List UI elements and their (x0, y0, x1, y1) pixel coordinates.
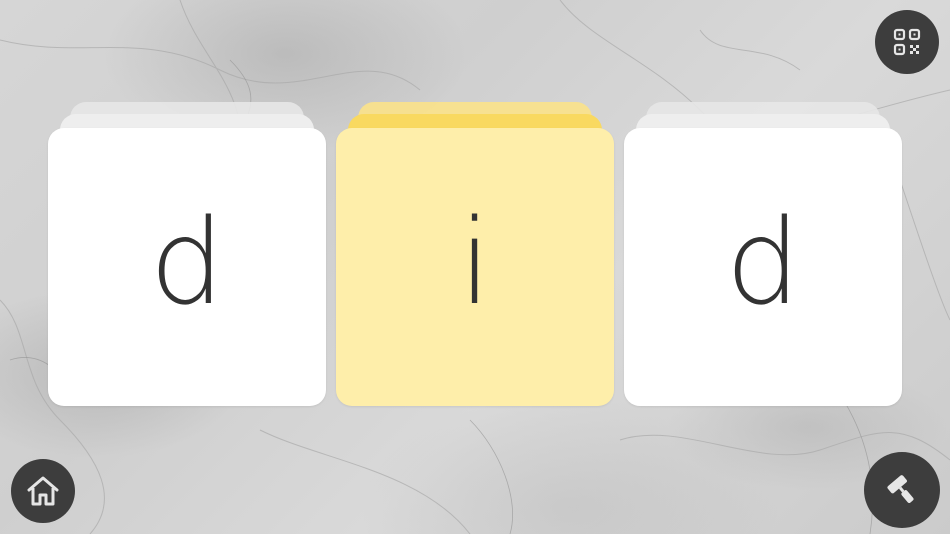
card-letter: d (149, 193, 225, 331)
qr-code-icon (893, 28, 921, 56)
card-letter: i (458, 193, 492, 331)
card-letter: d (725, 193, 801, 331)
letter-card-face[interactable]: d (48, 128, 326, 406)
letter-card-3[interactable]: d (624, 102, 902, 406)
qr-code-button[interactable] (875, 10, 939, 74)
letter-card-face[interactable]: d (624, 128, 902, 406)
letter-card-face[interactable]: i (336, 128, 614, 406)
home-button[interactable] (11, 459, 75, 523)
paint-roller-button[interactable] (864, 452, 940, 528)
letter-card-2[interactable]: i (336, 102, 614, 406)
home-icon (26, 475, 60, 507)
letter-card-1[interactable]: d (48, 102, 326, 406)
paint-roller-icon (885, 473, 919, 507)
